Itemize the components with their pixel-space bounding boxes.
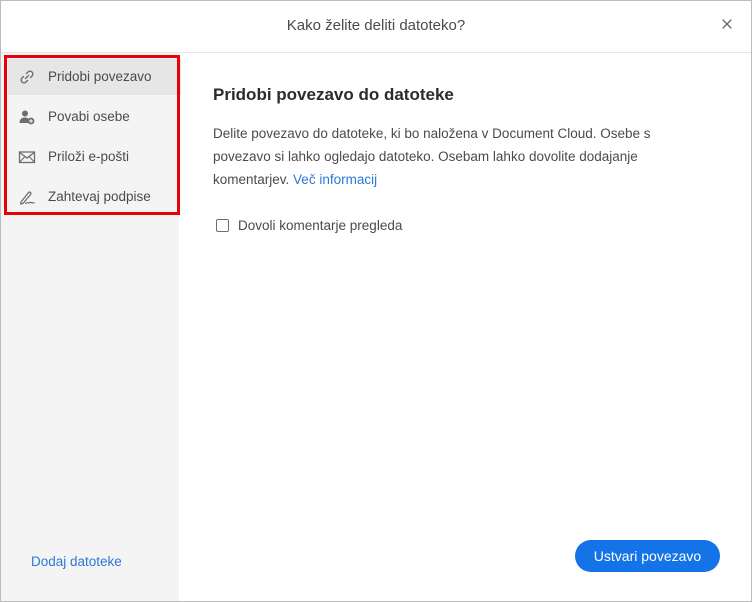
add-person-icon: [18, 108, 36, 126]
more-info-link[interactable]: Več informacij: [293, 172, 377, 187]
close-icon[interactable]: [720, 17, 734, 31]
dialog-header: Kako želite deliti datoteko?: [1, 1, 751, 53]
sidebar-item-label: Priloži e-pošti: [48, 149, 130, 164]
create-link-button[interactable]: Ustvari povezavo: [575, 540, 720, 572]
add-files-link[interactable]: Dodaj datoteke: [31, 554, 122, 569]
sidebar-item-request-signatures[interactable]: Zahtevaj podpise: [8, 179, 181, 215]
sidebar-item-label: Zahtevaj podpise: [48, 189, 151, 204]
sidebar: Pridobi povezavo Povabi osebe Priloži e-…: [1, 53, 181, 601]
sidebar-item-get-link[interactable]: Pridobi povezavo: [8, 59, 181, 95]
sidebar-item-attach-email[interactable]: Priloži e-pošti: [8, 139, 181, 175]
content-description: Delite povezavo do datoteke, ki bo nalož…: [213, 122, 683, 191]
allow-comments-option[interactable]: Dovoli komentarje pregleda: [216, 216, 402, 234]
sidebar-item-label: Povabi osebe: [48, 109, 130, 124]
link-icon: [18, 68, 36, 86]
content-title: Pridobi povezavo do datoteke: [213, 85, 454, 104]
share-dialog: Kako želite deliti datoteko? Pridobi pov…: [0, 0, 752, 602]
allow-comments-checkbox[interactable]: [216, 218, 229, 232]
description-text: Delite povezavo do datoteke, ki bo nalož…: [213, 126, 651, 187]
dialog-title: Kako želite deliti datoteko?: [286, 17, 466, 34]
envelope-icon: [18, 148, 36, 166]
checkbox-label: Dovoli komentarje pregleda: [238, 217, 403, 233]
sidebar-item-invite-people[interactable]: Povabi osebe: [8, 99, 181, 135]
signature-icon: [18, 188, 36, 206]
sidebar-item-label: Pridobi povezavo: [48, 69, 152, 84]
